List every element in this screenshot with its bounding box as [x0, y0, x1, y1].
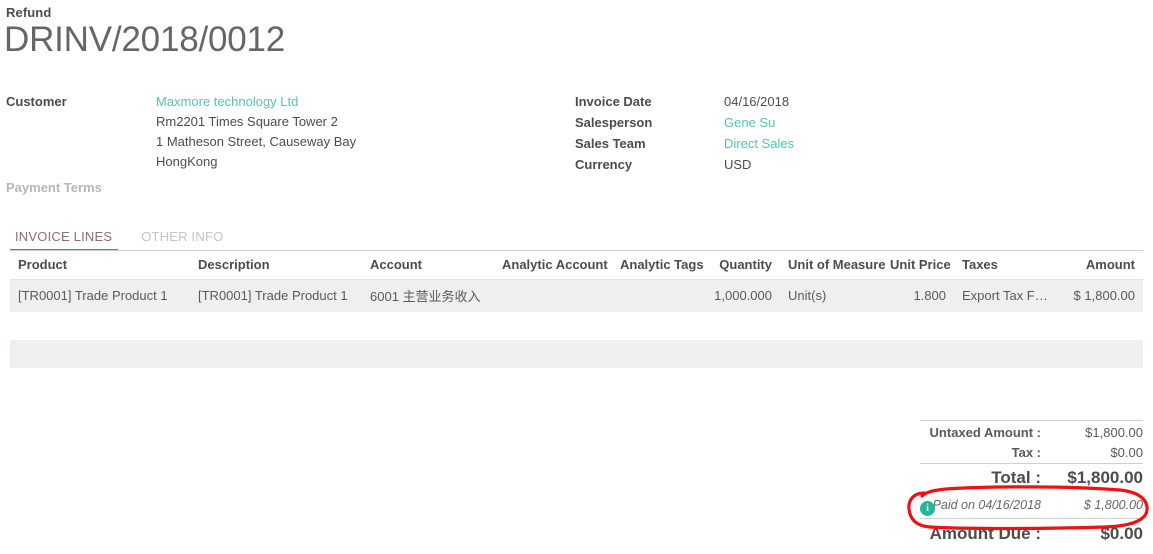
customer-address-line-3: HongKong	[156, 154, 218, 169]
col-header-description[interactable]: Description	[190, 250, 362, 280]
cell-account[interactable]: 6001 主营业务收入	[362, 279, 494, 312]
col-header-quantity[interactable]: Quantity	[704, 250, 780, 280]
col-header-account[interactable]: Account	[362, 250, 494, 280]
salesperson-label: Salesperson	[575, 115, 653, 130]
cell-taxes[interactable]: Export Tax Free	[954, 279, 1058, 312]
salesperson-link[interactable]: Gene Su	[724, 113, 775, 133]
tab-invoice-lines[interactable]: INVOICE LINES	[10, 229, 119, 251]
total-value: $1,800.00	[1051, 463, 1143, 492]
totals-panel: i Untaxed Amount : $1,800.00 Tax : $0.00…	[920, 420, 1143, 547]
cell-unit-of-measure[interactable]: Unit(s)	[780, 279, 882, 312]
cell-analytic-account[interactable]	[494, 279, 612, 312]
tax-value: $0.00	[1110, 445, 1143, 460]
totals-row-total: Total : $1,800.00	[920, 463, 1143, 492]
sales-team-link[interactable]: Direct Sales	[724, 134, 794, 154]
untaxed-amount-label: Untaxed Amount :	[920, 420, 1051, 443]
table-header-row: Product Description Account Analytic Acc…	[10, 250, 1143, 280]
invoice-lines-table: Product Description Account Analytic Acc…	[10, 250, 1143, 312]
field-row-currency: Currency USD	[575, 155, 1095, 175]
invoice-date-label: Invoice Date	[575, 94, 652, 109]
paid-on-value[interactable]: $ 1,800.00	[1051, 492, 1143, 519]
field-row-invoice-date: Invoice Date 04/16/2018	[575, 92, 1095, 112]
customer-address-line-1: Rm2201 Times Square Tower 2	[156, 114, 338, 129]
totals-row-amount-due: Amount Due : $0.00	[920, 518, 1143, 547]
customer-address-block: Maxmore technology Ltd Rm2201 Times Squa…	[156, 92, 356, 172]
customer-label: Customer	[6, 94, 67, 109]
sales-team-label: Sales Team	[575, 136, 646, 151]
table-row[interactable]: [TR0001] Trade Product 1 [TR0001] Trade …	[10, 279, 1143, 312]
col-header-product[interactable]: Product	[10, 250, 190, 280]
lines-table-filler-band	[10, 340, 1143, 368]
customer-name-link[interactable]: Maxmore technology Ltd	[156, 92, 356, 112]
col-header-unit-price[interactable]: Unit Price	[882, 250, 954, 280]
field-row-payment-terms: Payment Terms	[6, 178, 526, 198]
amount-due-value: $0.00	[1051, 518, 1143, 547]
field-row-sales-team: Sales Team Direct Sales	[575, 134, 1095, 154]
info-icon[interactable]: i	[920, 501, 935, 516]
cell-analytic-tags[interactable]	[612, 279, 704, 312]
currency-value[interactable]: USD	[724, 155, 751, 175]
customer-info-group: Customer Maxmore technology Ltd Rm2201 T…	[6, 92, 526, 199]
field-row-customer: Customer Maxmore technology Ltd Rm2201 T…	[6, 92, 526, 172]
paid-on-label[interactable]: Paid on 04/16/2018	[920, 492, 1051, 519]
tax-label: Tax :	[1011, 445, 1041, 460]
totals-row-untaxed: Untaxed Amount : $1,800.00	[920, 420, 1143, 443]
col-header-analytic-tags[interactable]: Analytic Tags	[612, 250, 704, 280]
customer-address-line-2: 1 Matheson Street, Causeway Bay	[156, 134, 357, 149]
document-type-label: Refund	[6, 5, 52, 20]
cell-quantity[interactable]: 1,000.000	[704, 279, 780, 312]
notebook-tabs: INVOICE LINES OTHER INFO	[10, 229, 1143, 251]
amount-due-label: Amount Due :	[920, 518, 1051, 547]
invoice-date-value[interactable]: 04/16/2018	[724, 92, 789, 112]
cell-description[interactable]: [TR0001] Trade Product 1	[190, 279, 362, 312]
page-title: DRINV/2018/0012	[4, 20, 286, 59]
tab-other-info[interactable]: OTHER INFO	[136, 229, 229, 249]
totals-row-paid[interactable]: Paid on 04/16/2018 $ 1,800.00	[920, 492, 1143, 519]
cell-unit-price[interactable]: 1.800	[882, 279, 954, 312]
cell-amount[interactable]: $ 1,800.00	[1058, 279, 1143, 312]
col-header-analytic-account[interactable]: Analytic Account	[494, 250, 612, 280]
col-header-unit-of-measure[interactable]: Unit of Measure	[780, 250, 886, 280]
field-row-salesperson: Salesperson Gene Su	[575, 113, 1095, 133]
payment-terms-label: Payment Terms	[6, 180, 102, 195]
currency-label: Currency	[575, 157, 633, 172]
untaxed-amount-value: $1,800.00	[1051, 420, 1143, 443]
total-label: Total :	[920, 463, 1051, 492]
totals-row-tax: Tax : $0.00	[920, 443, 1143, 464]
col-header-taxes[interactable]: Taxes	[954, 250, 1058, 280]
invoice-info-group: Invoice Date 04/16/2018 Salesperson Gene…	[575, 92, 1095, 176]
cell-product[interactable]: [TR0001] Trade Product 1	[10, 279, 190, 312]
col-header-amount[interactable]: Amount	[1058, 250, 1143, 280]
